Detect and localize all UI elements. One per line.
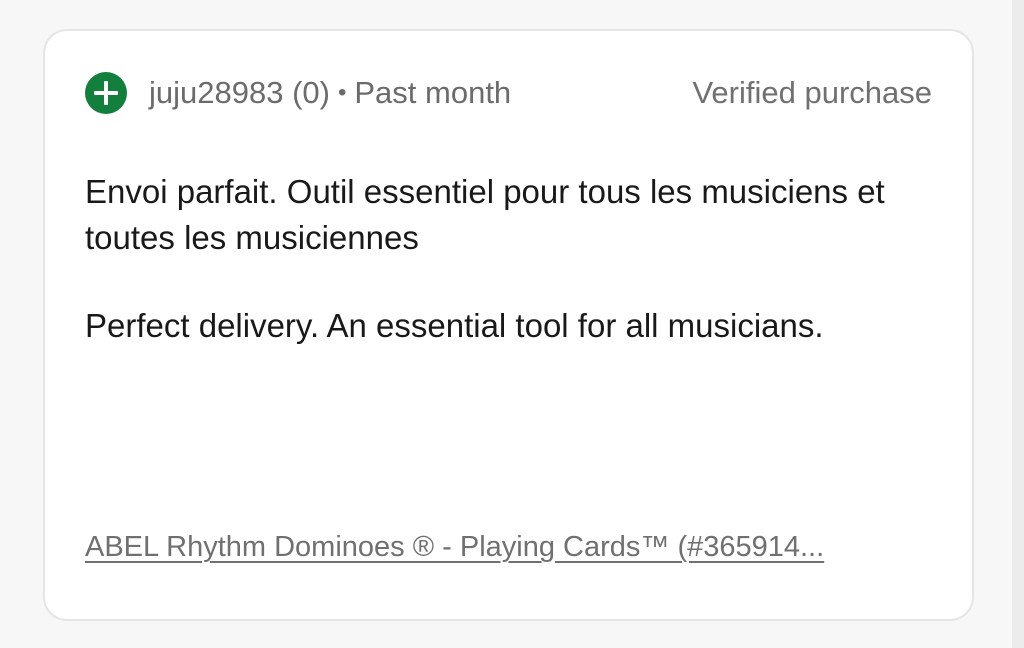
- page: juju28983 (0) • Past month Verified purc…: [0, 0, 1024, 648]
- review-text-original: Envoi parfait. Outil essentiel pour tous…: [85, 173, 885, 256]
- review-card: juju28983 (0) • Past month Verified purc…: [43, 29, 974, 621]
- verified-purchase-label: Verified purchase: [692, 75, 932, 110]
- reviewer-info: juju28983 (0) • Past month: [85, 71, 511, 115]
- reviewer-name: juju28983 (0): [149, 75, 330, 110]
- review-date: Past month: [354, 75, 512, 110]
- review-body: Envoi parfait. Outil essentiel pour tous…: [85, 169, 905, 391]
- right-edge-strip: [1012, 0, 1024, 648]
- meta-separator: •: [337, 79, 347, 106]
- review-text-translated: Perfect delivery. An essential tool for …: [85, 307, 824, 344]
- review-header: juju28983 (0) • Past month Verified purc…: [85, 71, 932, 115]
- positive-rating-icon: [85, 72, 127, 114]
- product-link[interactable]: ABEL Rhythm Dominoes ® - Playing Cards™ …: [85, 527, 824, 567]
